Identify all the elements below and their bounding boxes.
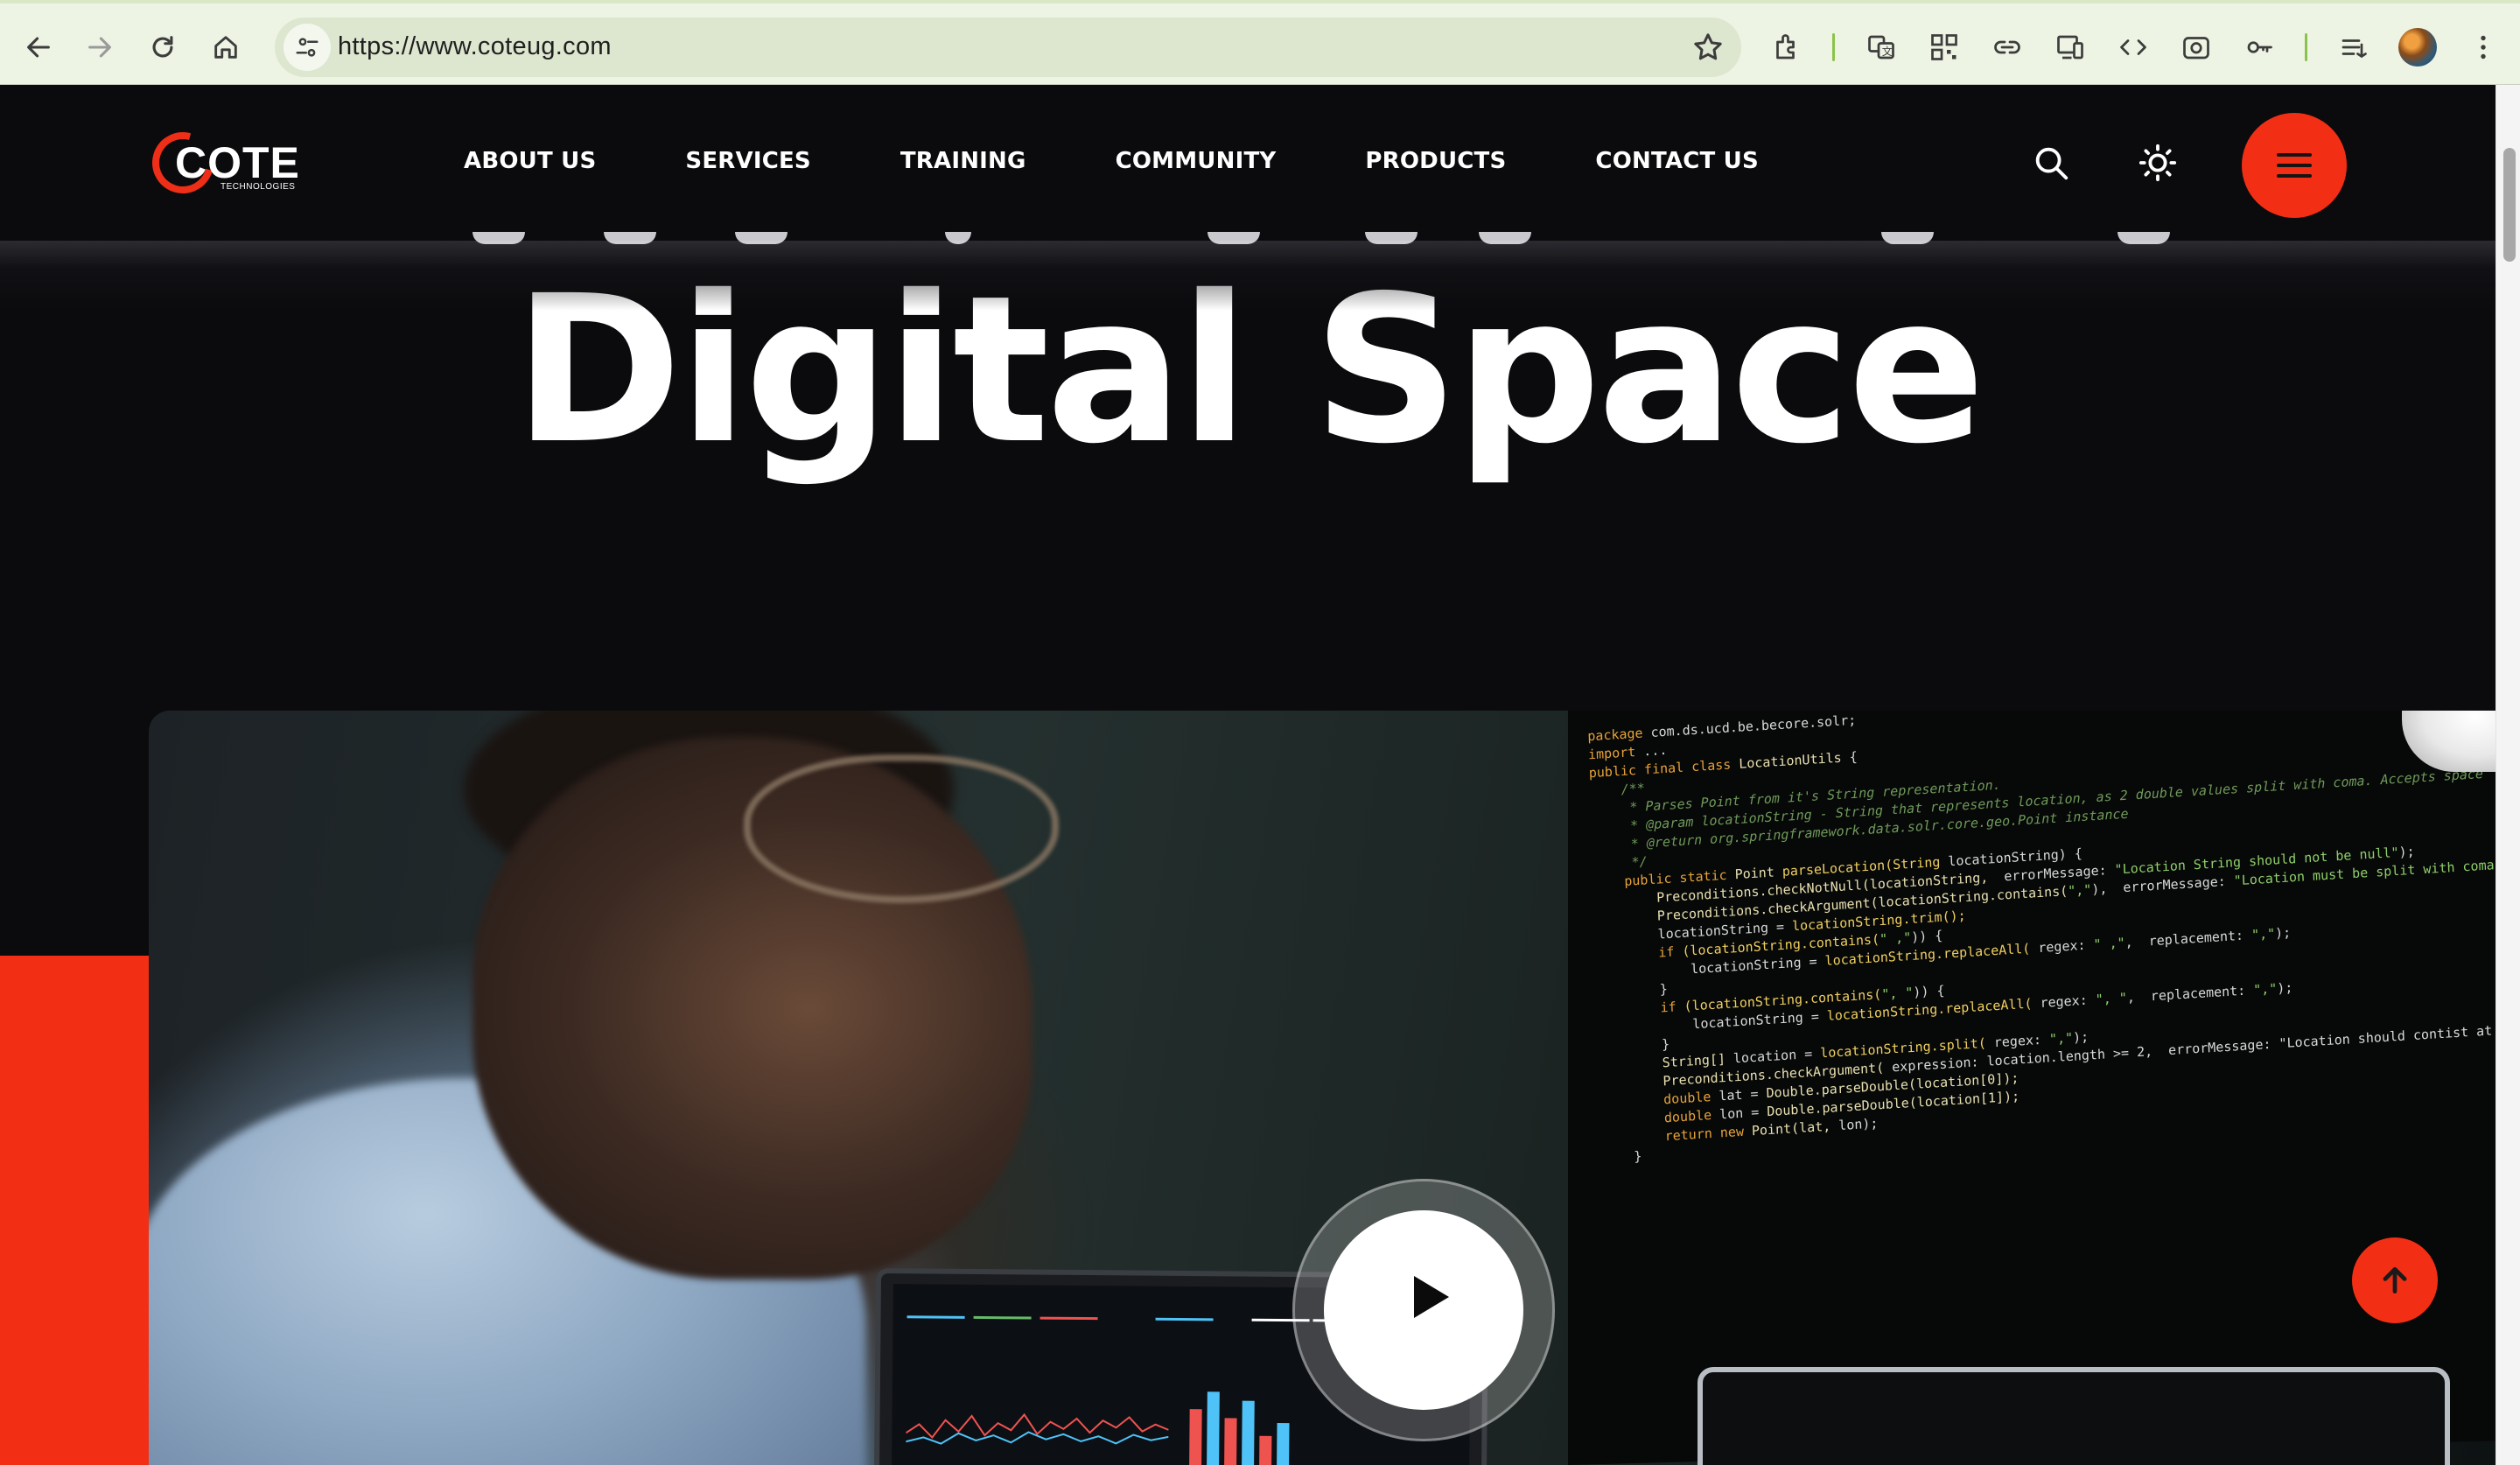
play-video-button[interactable] bbox=[1324, 1210, 1523, 1410]
screenshot-icon[interactable] bbox=[2174, 25, 2219, 70]
search-icon bbox=[2035, 147, 2068, 180]
url-text[interactable]: https://www.coteug.com bbox=[338, 32, 612, 61]
play-icon bbox=[1414, 1276, 1449, 1318]
nav-products[interactable]: PRODUCTS bbox=[1365, 148, 1506, 174]
toolbar-separator bbox=[2305, 33, 2307, 61]
theme-toggle-button[interactable] bbox=[2132, 137, 2184, 189]
sun-icon bbox=[2138, 144, 2177, 182]
nav-training[interactable]: TRAINING bbox=[900, 148, 1026, 174]
main-nav: ABOUT US SERVICES TRAINING COMMUNITY PRO… bbox=[464, 148, 1759, 174]
second-laptop bbox=[1698, 1367, 2450, 1465]
dashboard-line-chart bbox=[906, 1412, 1169, 1445]
home-icon bbox=[214, 36, 237, 59]
search-button[interactable] bbox=[2025, 137, 2077, 189]
toolbar-separator bbox=[1832, 33, 1835, 61]
code-icon[interactable] bbox=[2110, 25, 2156, 70]
forward-button[interactable] bbox=[75, 23, 124, 72]
page-scrollbar[interactable] bbox=[2496, 85, 2520, 1465]
device-preview-icon[interactable] bbox=[2048, 25, 2093, 70]
profile-avatar[interactable] bbox=[2398, 28, 2437, 67]
more-menu-icon[interactable] bbox=[2460, 25, 2506, 70]
site-info-button[interactable] bbox=[284, 24, 331, 71]
qr-code-icon[interactable] bbox=[1922, 25, 1967, 70]
nav-contact-us[interactable]: CONTACT US bbox=[1595, 148, 1759, 174]
nav-services[interactable]: SERVICES bbox=[685, 148, 810, 174]
browser-toolbar: https://www.coteug.com 文 bbox=[0, 0, 2520, 85]
code-monitor: package com.ds.ucd.be.becore.solr; import… bbox=[1568, 711, 2496, 1465]
bookmark-star-icon[interactable] bbox=[1690, 30, 1726, 65]
nav-community[interactable]: COMMUNITY bbox=[1116, 148, 1277, 174]
menu-toggle-button[interactable] bbox=[2242, 113, 2347, 218]
code-text: package com.ds.ucd.be.becore.solr; import… bbox=[1587, 711, 2496, 1168]
logo-subtitle: TECHNOLOGIES bbox=[220, 182, 296, 192]
svg-text:文: 文 bbox=[1882, 45, 1893, 58]
logo-wordmark: COTE bbox=[175, 138, 300, 187]
previous-line-remnant bbox=[0, 232, 2496, 253]
arrow-up-icon bbox=[2383, 1266, 2407, 1294]
tune-icon bbox=[296, 38, 318, 57]
link-icon[interactable] bbox=[1984, 25, 2030, 70]
cote-logo[interactable]: COTE TECHNOLOGIES bbox=[141, 121, 303, 205]
password-key-icon[interactable] bbox=[2236, 25, 2282, 70]
reload-icon bbox=[152, 36, 173, 58]
back-button[interactable] bbox=[14, 23, 63, 72]
arrow-left-icon bbox=[27, 37, 50, 58]
extensions-icon[interactable] bbox=[1764, 25, 1810, 70]
address-bar[interactable]: https://www.coteug.com bbox=[275, 18, 1741, 77]
nav-about-us[interactable]: ABOUT US bbox=[464, 148, 596, 174]
scrollbar-thumb[interactable] bbox=[2503, 148, 2516, 262]
reading-list-icon[interactable] bbox=[2331, 25, 2376, 70]
scroll-to-top-button[interactable] bbox=[2352, 1237, 2438, 1323]
home-button[interactable] bbox=[201, 23, 250, 72]
web-page: COTE TECHNOLOGIES ABOUT US SERVICES TRAI… bbox=[0, 85, 2496, 1465]
accent-block bbox=[0, 956, 149, 1465]
site-header: COTE TECHNOLOGIES ABOUT US SERVICES TRAI… bbox=[0, 85, 2496, 311]
reload-button[interactable] bbox=[138, 23, 187, 72]
arrow-right-icon bbox=[88, 37, 111, 58]
glasses-image bbox=[744, 754, 1059, 903]
hamburger-icon bbox=[2277, 153, 2312, 157]
translate-icon[interactable]: 文 bbox=[1858, 25, 1904, 70]
